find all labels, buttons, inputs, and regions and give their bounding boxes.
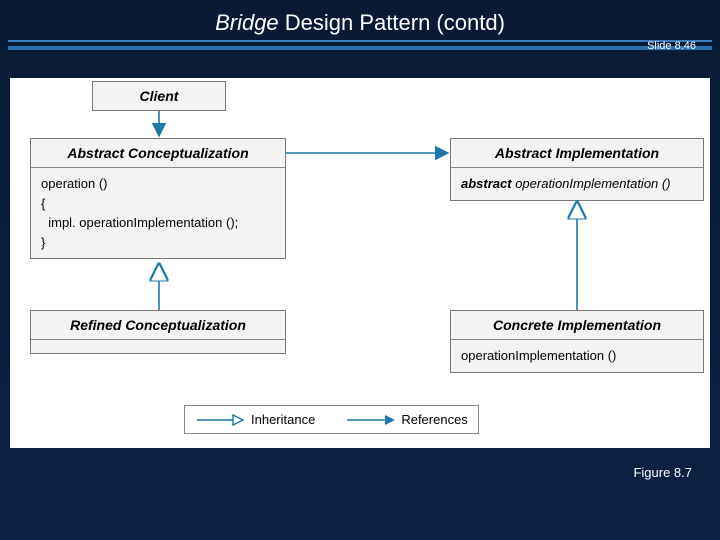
uml-ref-concept-body	[31, 339, 285, 353]
title-rule-thin	[8, 40, 712, 42]
legend-references-arrow-icon	[345, 413, 395, 427]
title-rest: Design Pattern (contd)	[279, 10, 505, 35]
uml-box-abstract-conceptualization: Abstract Conceptualization operation () …	[30, 138, 286, 259]
diagram-canvas: Client Abstract Conceptualization operat…	[10, 78, 710, 448]
uml-conc-impl-header: Concrete Implementation	[451, 311, 703, 339]
title-italic-word: Bridge	[215, 10, 279, 35]
uml-abs-concept-header: Abstract Conceptualization	[31, 139, 285, 167]
code-line: impl. operationImplementation ();	[41, 213, 275, 233]
uml-conc-impl-body: operationImplementation ()	[451, 339, 703, 372]
slide-title: Bridge Design Pattern (contd)	[0, 0, 720, 40]
legend: Inheritance References	[184, 405, 479, 434]
uml-abs-impl-body: abstract operationImplementation ()	[451, 167, 703, 200]
uml-box-refined-conceptualization: Refined Conceptualization	[30, 310, 286, 354]
code-line: operation ()	[41, 174, 275, 194]
legend-references-label: References	[401, 412, 467, 427]
abs-impl-op: operationImplementation ()	[512, 176, 671, 191]
legend-inheritance-arrow-icon	[195, 413, 245, 427]
uml-client-header: Client	[93, 82, 225, 110]
uml-ref-concept-header: Refined Conceptualization	[31, 311, 285, 339]
slide-number: Slide 8.46	[647, 40, 696, 52]
code-line: {	[41, 194, 275, 214]
uml-box-abstract-implementation: Abstract Implementation abstract operati…	[450, 138, 704, 201]
title-rule-thick	[8, 46, 712, 50]
uml-abs-impl-header: Abstract Implementation	[451, 139, 703, 167]
figure-label: Figure 8.7	[633, 465, 692, 480]
uml-box-client: Client	[92, 81, 226, 111]
uml-abs-concept-body: operation () { impl. operationImplementa…	[31, 167, 285, 258]
uml-box-concrete-implementation: Concrete Implementation operationImpleme…	[450, 310, 704, 373]
arrows-overlay	[10, 78, 710, 448]
code-line: }	[41, 233, 275, 253]
legend-inheritance-label: Inheritance	[251, 412, 315, 427]
abstract-keyword: abstract	[461, 176, 512, 191]
